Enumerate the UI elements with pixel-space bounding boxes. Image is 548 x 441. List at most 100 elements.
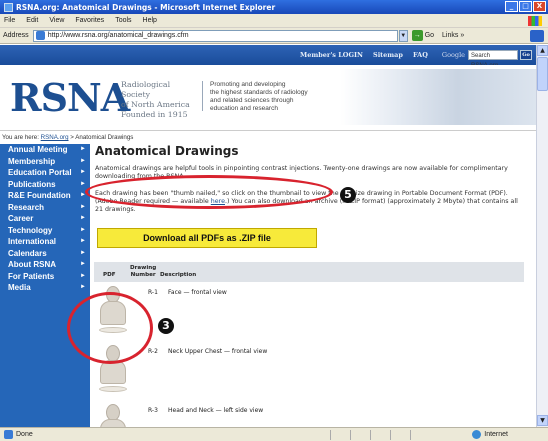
sidebar-item-career[interactable]: Career ►	[0, 213, 90, 225]
thumbnail-body-shape	[100, 419, 126, 427]
drawing-description: Face — frontal view	[168, 289, 227, 296]
arrow-right-icon: ►	[80, 261, 86, 267]
nav-faq[interactable]: FAQ	[413, 51, 428, 59]
scroll-down-icon[interactable]: ▼	[537, 415, 548, 426]
arrow-right-icon: ►	[80, 284, 86, 290]
menu-favorites[interactable]: Favorites	[75, 17, 104, 24]
society-name: Radiological Society of North America Fo…	[121, 80, 199, 120]
go-arrow-icon: →	[411, 30, 423, 41]
sidebar-item-label: Calendars	[8, 248, 47, 258]
nav-member-login[interactable]: Member's LOGIN	[300, 51, 363, 59]
address-input[interactable]: http://www.rsna.org/anatomical_drawings.…	[32, 29, 398, 42]
menu-file[interactable]: File	[4, 17, 15, 24]
arrow-right-icon: ►	[80, 180, 86, 187]
column-number-label: Number	[130, 272, 156, 278]
scroll-up-icon[interactable]: ▲	[537, 45, 548, 56]
chevron-more-icon: »	[460, 32, 465, 39]
zone-label: Internet	[484, 431, 508, 438]
menu-bar: File Edit View Favorites Tools Help	[0, 14, 548, 28]
sidebar-item-media[interactable]: Media ►	[0, 282, 90, 294]
address-dropdown-icon[interactable]: ▼	[398, 29, 408, 42]
close-button[interactable]: X	[533, 1, 546, 12]
sidebar-item-label: Publications	[8, 179, 56, 189]
breadcrumb-home-link[interactable]: RSNA.org	[41, 134, 69, 141]
breadcrumb-separator: >	[70, 134, 74, 141]
drawing-thumbnail[interactable]	[98, 402, 128, 427]
site-search-input[interactable]: Search RSNA.org	[468, 50, 518, 69]
sidebar-item-label: International	[8, 237, 57, 246]
society-founded: Founded in 1915	[121, 110, 188, 119]
sidebar-item-calendars[interactable]: Calendars ►	[0, 248, 90, 260]
sidebar-item-r-e-foundation[interactable]: R&E Foundation ►	[0, 190, 90, 202]
go-label: Go	[424, 32, 435, 39]
security-zone: Internet	[472, 430, 508, 439]
callout-ring	[67, 292, 153, 364]
download-zip-button[interactable]: Download all PDFs as .ZIP file	[97, 228, 317, 248]
arrow-right-icon: ►	[80, 272, 86, 279]
arrow-right-icon: ►	[80, 169, 86, 175]
banner-divider	[202, 81, 203, 111]
society-line: Radiological Society	[121, 80, 171, 99]
table-row: R-1 Face — frontal view	[94, 284, 524, 344]
go-button[interactable]: → Go	[411, 30, 435, 41]
globe-icon	[472, 430, 482, 439]
address-label: Address	[3, 32, 29, 39]
sidebar-item-label: Media	[8, 283, 31, 292]
drawing-number: R-3	[148, 407, 158, 414]
minimize-button[interactable]: _	[505, 1, 518, 12]
top-nav: Member's LOGIN Sitemap FAQ Google Search…	[0, 45, 536, 69]
drawing-description: Head and Neck — left side view	[168, 407, 264, 414]
arrow-right-icon: ►	[80, 157, 86, 164]
search-go-button[interactable]: Go	[520, 50, 532, 60]
society-line: of North America	[121, 100, 190, 109]
column-drawing-number: Drawing Number	[130, 265, 156, 279]
windows-logo-icon	[528, 16, 542, 26]
nav-sitemap[interactable]: Sitemap	[373, 51, 403, 59]
tagline-line: and related sciences through	[210, 97, 294, 104]
sidebar-item-annual-meeting[interactable]: Annual Meeting ►	[0, 144, 90, 156]
thumbnail-base-shape	[99, 386, 127, 392]
done-page-icon	[4, 430, 13, 439]
callout-ring	[85, 175, 333, 209]
arrow-right-icon: ►	[80, 215, 86, 221]
maximize-button[interactable]: □	[519, 1, 532, 12]
ie-page-icon	[4, 2, 13, 12]
window-titlebar: RSNA.org: Anatomical Drawings - Microsof…	[0, 0, 548, 14]
sidebar-item-technology[interactable]: Technology ►	[0, 225, 90, 237]
sidebar-item-label: Research	[8, 202, 45, 212]
drawing-number: R-1	[148, 289, 158, 296]
sidebar-item-about-rsna[interactable]: About RSNA ►	[0, 259, 90, 271]
sidebar-item-for-patients[interactable]: For Patients ►	[0, 271, 90, 283]
sidebar-item-international[interactable]: International ►	[0, 236, 90, 248]
menu-edit[interactable]: Edit	[26, 17, 38, 24]
sidebar-item-research[interactable]: Research ►	[0, 202, 90, 214]
menu-view[interactable]: View	[49, 17, 64, 24]
address-url: http://www.rsna.org/anatomical_drawings.…	[47, 32, 189, 39]
sidebar-item-publications[interactable]: Publications ►	[0, 179, 90, 191]
sidebar-item-label: R&E Foundation	[8, 191, 71, 200]
web-page: Member's LOGIN Sitemap FAQ Google Search…	[0, 45, 536, 427]
sidebar-item-label: Career	[8, 214, 34, 223]
table-row: R-3 Head and Neck — left side view	[94, 402, 524, 427]
vertical-scrollbar[interactable]: ▲ ▼	[536, 45, 548, 427]
links-button[interactable]: Links »	[442, 32, 464, 39]
drawing-description: Neck Upper Chest — frontal view	[168, 348, 268, 355]
sidebar-item-label: Technology	[8, 225, 53, 235]
sidebar-item-membership[interactable]: Membership ►	[0, 156, 90, 168]
google-label: Google	[441, 51, 465, 59]
scroll-thumb[interactable]	[537, 57, 548, 91]
sidebar-item-label: Education Portal	[8, 168, 72, 177]
callout-number: 3	[158, 318, 174, 334]
status-bar: Done Internet	[0, 427, 548, 441]
column-drawing-label: Drawing	[130, 265, 157, 271]
ie-logo-icon	[530, 30, 544, 42]
column-description: Description	[160, 272, 197, 278]
arrow-right-icon: ►	[80, 203, 86, 210]
menu-tools[interactable]: Tools	[115, 17, 131, 24]
sidebar-item-label: Membership	[8, 156, 56, 166]
menu-help[interactable]: Help	[143, 17, 157, 24]
breadcrumb-current: Anatomical Drawings	[75, 134, 134, 141]
arrow-right-icon: ►	[80, 249, 86, 256]
rsna-logo[interactable]: RSNA	[10, 75, 130, 120]
sidebar-item-education-portal[interactable]: Education Portal ►	[0, 167, 90, 179]
